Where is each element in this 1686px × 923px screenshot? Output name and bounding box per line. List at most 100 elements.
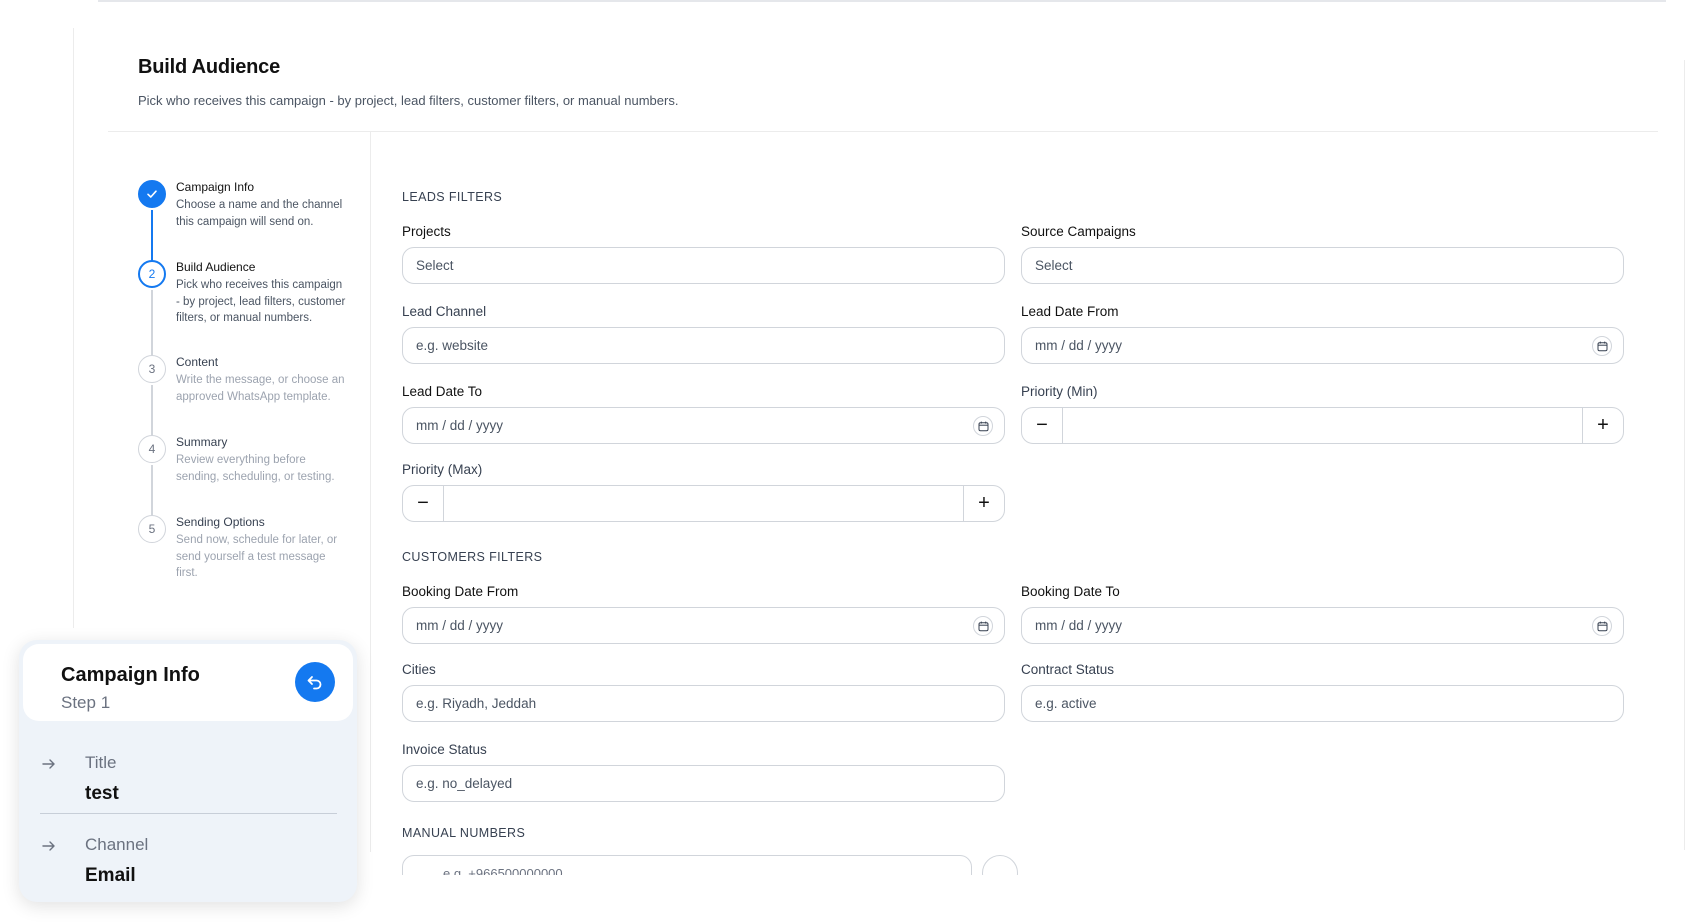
invoice-status-field: Invoice Status e.g. no_delayed: [402, 742, 1005, 802]
step-content[interactable]: 3 Content Write the message, or choose a…: [138, 355, 348, 441]
row-value: Email: [85, 865, 136, 886]
step-title: Build Audience: [176, 260, 256, 274]
header-divider: [108, 131, 1658, 132]
row-label: Channel: [85, 835, 149, 854]
projects-label: Projects: [402, 224, 451, 239]
lead-date-to-input[interactable]: mm / dd / yyyy: [402, 407, 1005, 444]
source-campaigns-field: Source Campaigns Select: [1021, 224, 1624, 284]
lead-date-from-input[interactable]: mm / dd / yyyy: [1021, 327, 1624, 364]
step-number: 5: [138, 515, 166, 543]
card-title: Campaign Info: [61, 664, 200, 686]
top-border: [98, 0, 1666, 2]
lead-channel-label: Lead Channel: [402, 304, 487, 319]
source-campaigns-select[interactable]: Select: [1021, 247, 1624, 284]
cities-label: Cities: [402, 662, 436, 677]
step-connector: [151, 290, 153, 361]
contract-status-placeholder: e.g. active: [1035, 696, 1097, 711]
priority-min-stepper: − +: [1021, 407, 1624, 444]
priority-max-decrement[interactable]: −: [403, 486, 443, 521]
contract-status-input[interactable]: e.g. active: [1021, 685, 1624, 722]
booking-date-to-label: Booking Date To: [1021, 584, 1120, 599]
page-title: Build Audience: [138, 56, 281, 78]
priority-min-input[interactable]: [1062, 408, 1583, 443]
step-number: 4: [138, 435, 166, 463]
priority-min-decrement[interactable]: −: [1022, 408, 1062, 443]
booking-date-from-field: Booking Date From mm / dd / yyyy: [402, 584, 1005, 644]
step-title: Sending Options: [176, 515, 265, 529]
step-number: 2: [138, 260, 166, 288]
booking-date-to-placeholder: mm / dd / yyyy: [1035, 618, 1123, 633]
cities-placeholder: e.g. Riyadh, Jeddah: [416, 696, 537, 711]
lead-date-from-field: Lead Date From mm / dd / yyyy: [1021, 304, 1624, 364]
lead-channel-placeholder: e.g. website: [416, 338, 489, 353]
booking-date-from-input[interactable]: mm / dd / yyyy: [402, 607, 1005, 644]
cities-input[interactable]: e.g. Riyadh, Jeddah: [402, 685, 1005, 722]
card-header: Campaign Info Step 1: [23, 644, 353, 721]
invoice-status-input[interactable]: e.g. no_delayed: [402, 765, 1005, 802]
contract-status-field: Contract Status e.g. active: [1021, 662, 1624, 722]
booking-date-from-placeholder: mm / dd / yyyy: [416, 618, 504, 633]
calendar-icon[interactable]: [1592, 336, 1612, 356]
priority-max-label: Priority (Max): [402, 462, 483, 477]
arrow-right-icon: [42, 841, 55, 851]
leads-filters-heading: LEADS FILTERS: [402, 190, 503, 204]
wizard-steps: Campaign Info Choose a name and the chan…: [138, 180, 348, 585]
lead-date-to-label: Lead Date To: [402, 384, 483, 399]
step-summary[interactable]: 4 Summary Review everything before sendi…: [138, 435, 348, 521]
priority-min-increment[interactable]: +: [1583, 408, 1623, 443]
calendar-icon[interactable]: [1592, 616, 1612, 636]
projects-field: Projects Select: [402, 224, 1005, 284]
right-divider: [1684, 60, 1685, 850]
row-label: Title: [85, 753, 117, 772]
step-description: Review everything before sending, schedu…: [176, 454, 335, 483]
step-title: Campaign Info: [176, 180, 255, 194]
priority-max-increment[interactable]: +: [964, 486, 1004, 521]
stepper-divider: [370, 132, 371, 852]
invoice-status-label: Invoice Status: [402, 742, 487, 757]
manual-numbers-row: e.g. +966500000000: [402, 855, 1042, 875]
projects-select[interactable]: Select: [402, 247, 1005, 284]
step-description: Pick who receives this campaign - by pro…: [176, 279, 346, 324]
step-sending-options[interactable]: 5 Sending Options Send now, schedule for…: [138, 515, 348, 585]
undo-button[interactable]: [295, 662, 335, 702]
priority-min-field: Priority (Min) − +: [1021, 384, 1624, 444]
step-description: Choose a name and the channel this campa…: [176, 199, 343, 228]
step-connector: [151, 385, 153, 441]
manual-number-placeholder: e.g. +966500000000: [443, 866, 563, 875]
contract-status-label: Contract Status: [1021, 662, 1115, 677]
booking-date-from-label: Booking Date From: [402, 584, 519, 599]
card-step: Step 1: [61, 693, 111, 712]
lead-date-to-placeholder: mm / dd / yyyy: [416, 418, 504, 433]
card-divider: [40, 813, 337, 814]
invoice-status-placeholder: e.g. no_delayed: [416, 776, 513, 791]
add-number-button[interactable]: [982, 855, 1018, 875]
booking-date-to-input[interactable]: mm / dd / yyyy: [1021, 607, 1624, 644]
step-title: Content: [176, 355, 219, 369]
campaign-info-card: Campaign Info Step 1 Title test Channel …: [19, 640, 357, 902]
arrow-right-icon: [42, 759, 55, 769]
check-icon: [138, 180, 166, 208]
priority-max-input[interactable]: [443, 486, 964, 521]
source-campaigns-label: Source Campaigns: [1021, 224, 1136, 239]
customers-filters-heading: CUSTOMERS FILTERS: [402, 550, 543, 564]
row-value: test: [85, 783, 119, 804]
lead-date-from-label: Lead Date From: [1021, 304, 1119, 319]
calendar-icon[interactable]: [973, 616, 993, 636]
projects-placeholder: Select: [416, 258, 454, 273]
priority-max-field: Priority (Max) − +: [402, 462, 1005, 522]
step-build-audience[interactable]: 2 Build Audience Pick who receives this …: [138, 260, 348, 361]
lead-date-to-field: Lead Date To mm / dd / yyyy: [402, 384, 1005, 444]
lead-channel-input[interactable]: e.g. website: [402, 327, 1005, 364]
booking-date-to-field: Booking Date To mm / dd / yyyy: [1021, 584, 1624, 644]
cities-field: Cities e.g. Riyadh, Jeddah: [402, 662, 1005, 722]
step-title: Summary: [176, 435, 228, 449]
manual-numbers-heading: MANUAL NUMBERS: [402, 826, 526, 840]
source-campaigns-placeholder: Select: [1035, 258, 1073, 273]
undo-icon: [307, 676, 322, 690]
manual-number-input[interactable]: e.g. +966500000000: [402, 855, 972, 875]
step-connector: [151, 465, 153, 521]
calendar-icon[interactable]: [973, 416, 993, 436]
page-subtitle: Pick who receives this campaign - by pro…: [138, 93, 679, 108]
step-campaign-info[interactable]: Campaign Info Choose a name and the chan…: [138, 180, 348, 266]
audience-form: LEADS FILTERS Projects Select Source Cam…: [402, 190, 1624, 840]
